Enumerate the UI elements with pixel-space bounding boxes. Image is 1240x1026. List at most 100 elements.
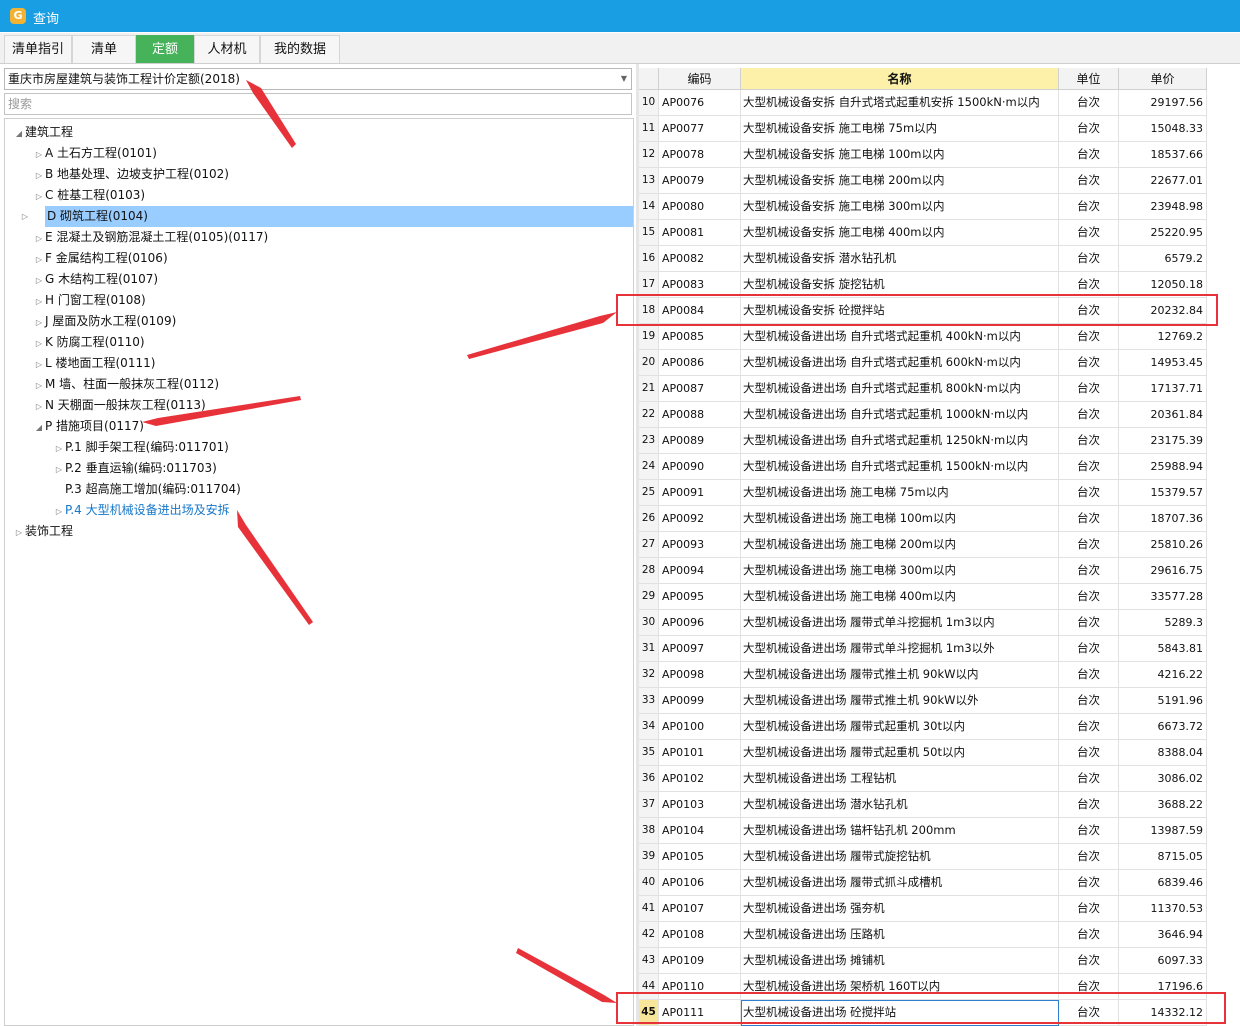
cell-name[interactable]: 大型机械设备进出场 砼搅拌站 (741, 1000, 1059, 1026)
row-number[interactable]: 42 (639, 922, 659, 948)
table-row[interactable]: 44 AP0110 大型机械设备进出场 架桥机 160T以内 台次 17196.6 (639, 974, 1207, 1000)
table-row[interactable]: 24 AP0090 大型机械设备进出场 自升式塔式起重机 1500kN·m以内 台次 2… (639, 454, 1207, 480)
cell-name[interactable]: 大型机械设备进出场 自升式塔式起重机 800kN·m以内 (741, 376, 1059, 402)
table-row[interactable]: 34 AP0100 大型机械设备进出场 履带式起重机 30t以内 台次 6673.72 (639, 714, 1207, 740)
row-number[interactable]: 45 (639, 1000, 659, 1026)
tree-toggle-icon[interactable]: ▷ (19, 206, 31, 227)
table-row[interactable]: 43 AP0109 大型机械设备进出场 摊铺机 台次 6097.33 (639, 948, 1207, 974)
cell-unit[interactable]: 台次 (1059, 1000, 1119, 1026)
tab-quota[interactable]: 定额 (136, 35, 194, 63)
table-row[interactable]: 10 AP0076 大型机械设备安拆 自升式塔式起重机安拆 1500kN·m以内 台次… (639, 90, 1207, 116)
row-number[interactable]: 14 (639, 194, 659, 220)
cell-name[interactable]: 大型机械设备进出场 自升式塔式起重机 1500kN·m以内 (741, 454, 1059, 480)
cell-price[interactable]: 3646.94 (1119, 922, 1207, 948)
tree-node[interactable]: ▷ C 桩基工程(0103) (33, 185, 145, 206)
tree-root-node[interactable]: ▷ 装饰工程 (13, 521, 73, 542)
row-number[interactable]: 29 (639, 584, 659, 610)
cell-name[interactable]: 大型机械设备进出场 履带式起重机 50t以内 (741, 740, 1059, 766)
row-number[interactable]: 18 (639, 298, 659, 324)
cell-unit[interactable]: 台次 (1059, 194, 1119, 220)
cell-price[interactable]: 15048.33 (1119, 116, 1207, 142)
tree-node[interactable]: ▷ K 防腐工程(0110) (33, 332, 145, 353)
tree-toggle-icon[interactable]: ▷ (33, 270, 45, 291)
cell-price[interactable]: 5289.3 (1119, 610, 1207, 636)
cell-unit[interactable]: 台次 (1059, 402, 1119, 428)
cell-unit[interactable]: 台次 (1059, 90, 1119, 116)
table-row[interactable]: 41 AP0107 大型机械设备进出场 强夯机 台次 11370.53 (639, 896, 1207, 922)
cell-unit[interactable]: 台次 (1059, 116, 1119, 142)
cell-code[interactable]: AP0078 (659, 142, 741, 168)
cell-unit[interactable]: 台次 (1059, 168, 1119, 194)
cell-unit[interactable]: 台次 (1059, 792, 1119, 818)
row-number[interactable]: 10 (639, 90, 659, 116)
cell-code[interactable]: AP0077 (659, 116, 741, 142)
header-price[interactable]: 单价 (1119, 68, 1207, 90)
tab-my-data[interactable]: 我的数据 (260, 35, 340, 63)
cell-price[interactable]: 3688.22 (1119, 792, 1207, 818)
cell-name[interactable]: 大型机械设备进出场 自升式塔式起重机 400kN·m以内 (741, 324, 1059, 350)
cell-unit[interactable]: 台次 (1059, 142, 1119, 168)
cell-unit[interactable]: 台次 (1059, 766, 1119, 792)
cell-name[interactable]: 大型机械设备进出场 自升式塔式起重机 1250kN·m以内 (741, 428, 1059, 454)
cell-code[interactable]: AP0109 (659, 948, 741, 974)
table-row[interactable]: 19 AP0085 大型机械设备进出场 自升式塔式起重机 400kN·m以内 台次 12… (639, 324, 1207, 350)
cell-code[interactable]: AP0102 (659, 766, 741, 792)
cell-name[interactable]: 大型机械设备安拆 旋挖钻机 (741, 272, 1059, 298)
cell-code[interactable]: AP0092 (659, 506, 741, 532)
cell-price[interactable]: 18537.66 (1119, 142, 1207, 168)
tree-toggle-icon[interactable]: ▷ (33, 291, 45, 312)
tab-labor-material-machine[interactable]: 人材机 (194, 35, 260, 63)
cell-unit[interactable]: 台次 (1059, 688, 1119, 714)
row-number[interactable]: 16 (639, 246, 659, 272)
cell-price[interactable]: 11370.53 (1119, 896, 1207, 922)
table-row[interactable]: 31 AP0097 大型机械设备进出场 履带式单斗挖掘机 1m3以外 台次 5843.8… (639, 636, 1207, 662)
tab-bill-guide[interactable]: 清单指引 (4, 35, 72, 63)
cell-unit[interactable]: 台次 (1059, 558, 1119, 584)
cell-unit[interactable]: 台次 (1059, 480, 1119, 506)
cell-code[interactable]: AP0098 (659, 662, 741, 688)
tree-node[interactable]: ▷ P.4 大型机械设备进出场及安拆 (53, 500, 230, 521)
cell-price[interactable]: 14953.45 (1119, 350, 1207, 376)
row-number[interactable]: 19 (639, 324, 659, 350)
quota-library-select[interactable]: 重庆市房屋建筑与装饰工程计价定额(2018) ▼ (4, 68, 632, 90)
cell-unit[interactable]: 台次 (1059, 818, 1119, 844)
cell-code[interactable]: AP0094 (659, 558, 741, 584)
cell-code[interactable]: AP0104 (659, 818, 741, 844)
tree-toggle-icon[interactable]: ▷ (53, 501, 65, 522)
row-number[interactable]: 24 (639, 454, 659, 480)
cell-code[interactable]: AP0089 (659, 428, 741, 454)
tree-node[interactable]: ▷ D 砌筑工程(0104) (22, 206, 633, 227)
row-number[interactable]: 41 (639, 896, 659, 922)
cell-name[interactable]: 大型机械设备进出场 锚杆钻孔机 200mm (741, 818, 1059, 844)
cell-name[interactable]: 大型机械设备进出场 履带式抓斗成槽机 (741, 870, 1059, 896)
table-row[interactable]: 16 AP0082 大型机械设备安拆 潜水钻孔机 台次 6579.2 (639, 246, 1207, 272)
table-row[interactable]: 23 AP0089 大型机械设备进出场 自升式塔式起重机 1250kN·m以内 台次 2… (639, 428, 1207, 454)
table-row[interactable]: 18 AP0084 大型机械设备安拆 砼搅拌站 台次 20232.84 (639, 298, 1207, 324)
row-number[interactable]: 11 (639, 116, 659, 142)
tree-toggle-icon[interactable]: ◢ (13, 123, 25, 144)
header-unit[interactable]: 单位 (1059, 68, 1119, 90)
tree-toggle-icon[interactable]: ▷ (13, 522, 25, 543)
table-row[interactable]: 22 AP0088 大型机械设备进出场 自升式塔式起重机 1000kN·m以内 台次 2… (639, 402, 1207, 428)
cell-code[interactable]: AP0087 (659, 376, 741, 402)
tree-toggle-icon[interactable]: ▷ (33, 165, 45, 186)
table-row[interactable]: 30 AP0096 大型机械设备进出场 履带式单斗挖掘机 1m3以内 台次 5289.3 (639, 610, 1207, 636)
row-number[interactable]: 33 (639, 688, 659, 714)
header-name[interactable]: 名称 (741, 68, 1059, 90)
cell-code[interactable]: AP0079 (659, 168, 741, 194)
cell-name[interactable]: 大型机械设备进出场 履带式起重机 30t以内 (741, 714, 1059, 740)
row-number[interactable]: 27 (639, 532, 659, 558)
cell-name[interactable]: 大型机械设备进出场 履带式单斗挖掘机 1m3以外 (741, 636, 1059, 662)
tree-toggle-icon[interactable]: ▷ (53, 459, 65, 480)
table-row[interactable]: 11 AP0077 大型机械设备安拆 施工电梯 75m以内 台次 15048.33 (639, 116, 1207, 142)
tree-toggle-icon[interactable]: ▷ (33, 375, 45, 396)
table-row[interactable]: 20 AP0086 大型机械设备进出场 自升式塔式起重机 600kN·m以内 台次 14… (639, 350, 1207, 376)
tree-toggle-icon[interactable]: ▷ (33, 144, 45, 165)
table-row[interactable]: 12 AP0078 大型机械设备安拆 施工电梯 100m以内 台次 18537.66 (639, 142, 1207, 168)
tree-node[interactable]: ◢ P 措施项目(0117) (33, 416, 144, 437)
cell-unit[interactable]: 台次 (1059, 610, 1119, 636)
cell-price[interactable]: 17137.71 (1119, 376, 1207, 402)
cell-name[interactable]: 大型机械设备安拆 自升式塔式起重机安拆 1500kN·m以内 (741, 90, 1059, 116)
table-row[interactable]: 25 AP0091 大型机械设备进出场 施工电梯 75m以内 台次 15379.57 (639, 480, 1207, 506)
cell-unit[interactable]: 台次 (1059, 896, 1119, 922)
